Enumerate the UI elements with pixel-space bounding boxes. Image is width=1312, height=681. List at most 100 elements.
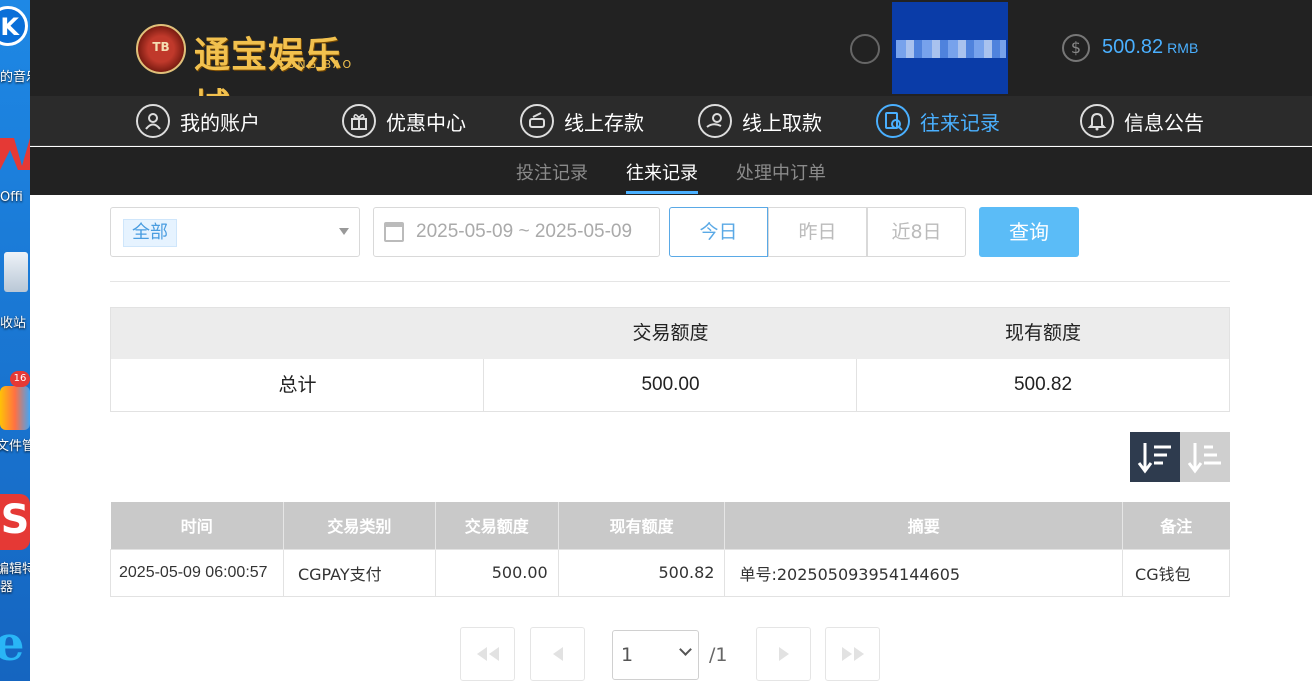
wallet-balance: 500.82 RMB: [1102, 36, 1198, 59]
col-summary: 摘要: [724, 502, 1124, 549]
nav-withdraw[interactable]: 线上取款: [698, 104, 822, 138]
cell-summary: 单号:202505093954144605: [724, 548, 1124, 597]
type-filter-select[interactable]: 全部: [110, 207, 360, 257]
col-balance: 现有额度: [558, 502, 726, 549]
account-user-icon: [850, 34, 880, 64]
sort-ascending-button[interactable]: [1180, 432, 1230, 482]
table-row: 2025-05-09 06:00:57 CGPAY支付 500.00 500.8…: [110, 548, 1230, 597]
next-page-button[interactable]: [756, 627, 811, 681]
notification-badge: 16: [10, 371, 30, 387]
cell-time: 2025-05-09 06:00:57: [110, 548, 284, 597]
summary-table: 交易额度 现有额度 总计 500.00 500.82: [110, 307, 1230, 412]
kugou-icon[interactable]: K: [0, 6, 28, 46]
summary-header-cell: [111, 308, 484, 360]
chevron-right-icon: [778, 647, 789, 661]
page-select-value: 1: [621, 644, 634, 666]
sort-descending-button[interactable]: [1130, 432, 1180, 482]
nav-deposit[interactable]: 线上存款: [520, 104, 644, 138]
summary-separator: [856, 359, 857, 411]
chevron-left-icon: [552, 647, 563, 661]
tab-pending-orders[interactable]: 处理中订单: [736, 159, 826, 185]
withdraw-icon: [698, 104, 732, 138]
user-icon: [136, 104, 170, 138]
file-manager-icon[interactable]: [0, 386, 30, 430]
date-range-value: 2025-05-09 ~ 2025-05-09: [416, 221, 633, 242]
active-tab-underline: [626, 191, 698, 194]
date-range-picker[interactable]: 2025-05-09 ~ 2025-05-09: [373, 207, 660, 257]
col-type: 交易类别: [283, 502, 436, 549]
range-yesterday-button[interactable]: 昨日: [768, 207, 867, 257]
col-time: 时间: [110, 502, 284, 549]
summary-transaction-total: 500.00: [641, 374, 700, 395]
nav-label: 我的账户: [180, 110, 260, 135]
page-total: /1: [709, 644, 728, 666]
sogou-input-icon[interactable]: S: [0, 494, 30, 550]
nav-label: 往来记录: [920, 110, 1000, 135]
chevron-down-icon: [679, 643, 692, 656]
double-chevron-left-icon: [476, 647, 499, 661]
record-icon: [876, 104, 910, 138]
wps-office-icon[interactable]: [0, 130, 30, 178]
calendar-icon: [384, 222, 404, 242]
nav-my-account[interactable]: 我的账户: [136, 104, 260, 138]
sort-desc-icon: [1137, 443, 1171, 474]
records-header-row: 时间 交易类别 交易额度 现有额度 摘要 备注: [110, 502, 1230, 549]
nav-announcements[interactable]: 信息公告: [1080, 104, 1204, 138]
cell-amount: 500.00: [434, 548, 559, 597]
query-button[interactable]: 查询: [979, 207, 1079, 257]
tab-bet-records[interactable]: 投注记录: [516, 159, 588, 185]
sub-nav: 投注记录 往来记录 处理中订单: [30, 147, 1312, 195]
summary-separator: [483, 359, 484, 411]
nav-label: 线上取款: [742, 110, 822, 135]
desktop-label-office: Offi: [0, 190, 23, 205]
app-window: TB 通宝娱乐城 TONG BAO $ 500.82RMB 我的账户 优惠中心: [30, 0, 1312, 681]
desktop-strip: K 的音乐 Offi 收站 16 文件管 S 编辑特 器 e: [0, 0, 30, 681]
desktop-label-recycle: 收站: [0, 316, 27, 331]
logo-subtext: TONG BAO: [278, 58, 354, 71]
masked-username: [892, 2, 1008, 94]
desktop-label-music: 的音乐: [0, 70, 30, 85]
summary-header: 交易额度 现有额度: [111, 308, 1229, 359]
top-bar: TB 通宝娱乐城 TONG BAO $ 500.82RMB: [30, 0, 1312, 128]
summary-header-cell: 现有额度: [1004, 322, 1081, 344]
summary-header-cell: 交易额度: [632, 322, 709, 344]
summary-label: 总计: [278, 374, 317, 396]
page-select[interactable]: 1: [612, 630, 699, 680]
summary-row: 总计 500.00 500.82: [111, 359, 1229, 411]
gift-icon: [342, 104, 376, 138]
bell-icon: [1080, 104, 1114, 138]
last-page-button[interactable]: [825, 627, 880, 681]
caret-down-icon: [339, 228, 349, 235]
records-table: 时间 交易类别 交易额度 现有额度 摘要 备注 2025-05-09 06:00…: [110, 502, 1230, 597]
desktop-label-editor-2: 器: [0, 580, 14, 595]
balance-currency: RMB: [1167, 40, 1199, 56]
tab-transactions[interactable]: 往来记录: [626, 159, 698, 185]
recycle-bin-icon[interactable]: [4, 252, 28, 292]
nav-label: 线上存款: [564, 110, 644, 135]
sort-asc-icon: [1187, 443, 1221, 474]
range-last8-button[interactable]: 近8日: [867, 207, 966, 257]
double-chevron-right-icon: [841, 647, 864, 661]
nav-label: 优惠中心: [386, 110, 466, 135]
balance-amount: 500.82: [1102, 36, 1164, 58]
first-page-button[interactable]: [460, 627, 515, 681]
summary-current-balance: 500.82: [1013, 374, 1073, 395]
logo-chip-icon: TB: [136, 24, 186, 74]
nav-label: 信息公告: [1124, 110, 1204, 135]
range-today-button[interactable]: 今日: [669, 207, 768, 257]
nav-promotions[interactable]: 优惠中心: [342, 104, 466, 138]
dollar-coin-icon: $: [1062, 34, 1090, 62]
main-nav: 我的账户 优惠中心 线上存款 线上取款 往来记录 信息公告: [30, 96, 1312, 146]
selected-type-tag: 全部: [123, 219, 177, 247]
nav-transactions[interactable]: 往来记录: [876, 104, 1000, 138]
filter-divider: [110, 281, 1230, 282]
cell-balance: 500.82: [557, 548, 726, 597]
desktop-label-editor: 编辑特: [0, 562, 30, 577]
cell-type: CGPAY支付: [282, 548, 436, 597]
desktop-label-filemgr: 文件管: [0, 439, 30, 454]
deposit-icon: [520, 104, 554, 138]
col-remark: 备注: [1122, 502, 1230, 549]
ie-browser-icon[interactable]: e: [0, 618, 30, 670]
prev-page-button[interactable]: [530, 627, 585, 681]
brand-logo[interactable]: TB 通宝娱乐城 TONG BAO: [136, 24, 376, 128]
